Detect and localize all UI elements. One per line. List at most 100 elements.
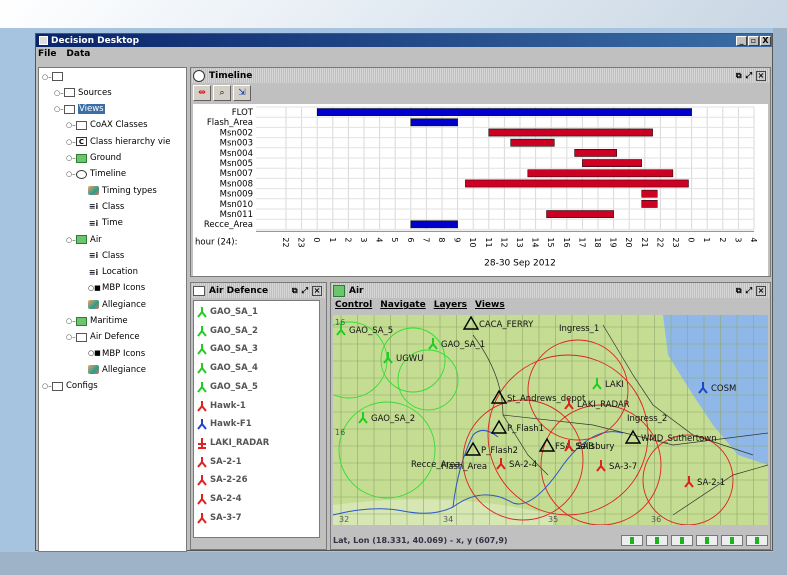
close-button[interactable]: X: [760, 35, 771, 46]
maximize-icon[interactable]: ⤢: [746, 286, 752, 296]
fit-icon[interactable]: ⇲: [233, 85, 251, 101]
tree-node[interactable]: ○–: [42, 70, 66, 83]
close-icon[interactable]: ×: [756, 285, 766, 296]
close-icon[interactable]: ×: [312, 285, 322, 296]
tree-node[interactable]: ○– Air Defence: [66, 331, 140, 344]
air-map[interactable]: CACA_FERRY Ingress_1 GAO_SA_5 GAO_SA_1 UGWU L…: [333, 315, 768, 525]
bars-icon: ≡i: [88, 202, 99, 212]
air-defence-item-label: GAO_SA_5: [210, 381, 258, 392]
tree-node[interactable]: ○■ MBP Icons: [78, 282, 145, 295]
air-defence-item[interactable]: GAO_SA_3: [197, 341, 258, 357]
air-title: Air: [349, 285, 364, 296]
map-site-label: P_Flash1: [507, 424, 544, 434]
undock-icon[interactable]: ⧉: [736, 286, 742, 296]
tree-node-label: Views: [78, 104, 105, 115]
tree-node[interactable]: ○– Air: [66, 233, 102, 246]
timeline-hour-tick: 13: [515, 237, 524, 247]
status-indicator: [721, 534, 743, 546]
undock-icon[interactable]: ⧉: [736, 71, 742, 81]
tree-node[interactable]: ○– CoAX Classes: [66, 119, 148, 132]
air-defence-item[interactable]: SA-2-1: [197, 454, 242, 470]
timeline-hour-tick: 11: [484, 237, 493, 247]
air-defence-item[interactable]: Hawk-F1: [197, 416, 252, 432]
tree-node[interactable]: ○– Sources: [54, 86, 112, 99]
expand-toggle-icon[interactable]: ○–: [66, 154, 76, 162]
folder-icon: [76, 120, 87, 130]
map-site-label: P_Flash2: [481, 446, 518, 456]
tree-node[interactable]: ○■ MBP Icons: [78, 347, 145, 360]
expand-toggle-icon[interactable]: ○–: [66, 121, 76, 129]
maximize-icon[interactable]: ⤢: [746, 71, 752, 81]
menu-file[interactable]: File: [38, 49, 56, 59]
timeline-row-label: Msn004: [220, 149, 253, 159]
minimize-button[interactable]: _: [736, 35, 747, 46]
timeline-bar: [410, 220, 458, 229]
maximize-button[interactable]: ▫: [748, 35, 759, 46]
timeline-hour-tick: 21: [640, 237, 649, 247]
tree-node[interactable]: ≡i Class: [78, 249, 125, 262]
air-defence-item[interactable]: SA-2-4: [197, 491, 242, 507]
air-defence-item[interactable]: SA-2-26: [197, 472, 248, 488]
air-defence-item[interactable]: GAO_SA_5: [197, 379, 258, 395]
air-defence-item-label: GAO_SA_3: [210, 344, 258, 355]
tree-node[interactable]: Allegiance: [78, 363, 146, 376]
grid-label: 36: [651, 515, 661, 524]
timeline-hour-label: hour (24):: [195, 237, 237, 247]
map-site-label: SAB: [577, 442, 594, 452]
air-defence-item[interactable]: GAO_SA_4: [197, 360, 258, 376]
undock-icon[interactable]: ⧉: [292, 286, 298, 296]
air-defence-item[interactable]: GAO_SA_1: [197, 304, 258, 320]
timeline-hour-tick: 16: [562, 237, 571, 247]
sam-site-icon: [198, 437, 206, 449]
air-defence-item[interactable]: SA-3-7: [197, 510, 242, 526]
expand-toggle-icon[interactable]: ○–: [54, 105, 64, 113]
menu-control[interactable]: Control: [335, 300, 372, 314]
split-icon[interactable]: ⇹: [193, 85, 211, 101]
expand-toggle-icon[interactable]: ○–: [66, 170, 76, 178]
menu-views[interactable]: Views: [475, 300, 505, 314]
timeline-toolbar: ⇹ ⌕ ⇲: [193, 85, 253, 102]
tree-node[interactable]: ○– Maritime: [66, 315, 128, 328]
menu-layers[interactable]: Layers: [434, 300, 467, 314]
close-icon[interactable]: ×: [756, 70, 766, 81]
timeline-hour-tick: 4: [375, 237, 384, 242]
expand-toggle-icon[interactable]: ○–: [66, 236, 76, 244]
expand-toggle-icon[interactable]: ○–: [42, 73, 52, 81]
timeline-hour-tick: 12: [499, 237, 508, 247]
timeline-bar: [465, 179, 689, 188]
sam-site-icon: [197, 494, 207, 505]
tree-node[interactable]: Timing types: [78, 184, 157, 197]
tree-node-label: CoAX Classes: [90, 120, 148, 131]
expand-toggle-icon[interactable]: ○–: [66, 333, 76, 341]
menu-data[interactable]: Data: [66, 49, 90, 59]
expand-toggle-icon[interactable]: ○–: [66, 317, 76, 325]
air-defence-item[interactable]: Hawk-1: [197, 398, 246, 414]
tree-node[interactable]: ≡i Location: [78, 266, 138, 279]
timeline-row-label: Msn008: [220, 179, 253, 189]
map-site-label: SA-2-4: [509, 460, 537, 470]
timeline-hour-tick: 3: [733, 237, 742, 242]
expand-toggle-icon[interactable]: ○–: [54, 89, 64, 97]
zoom-icon[interactable]: ⌕: [213, 85, 231, 101]
air-defence-item[interactable]: GAO_SA_2: [197, 323, 258, 339]
grid-label: 32: [339, 515, 349, 524]
expand-toggle-icon[interactable]: ○–: [66, 138, 76, 146]
tree-node-label: Time: [102, 218, 123, 229]
air-defence-item[interactable]: LAKI_RADAR: [197, 435, 269, 451]
timeline-titlebar: Timeline ⧉ ⤢ ×: [191, 68, 770, 83]
tree-node-label: Air: [90, 234, 102, 245]
tree-node[interactable]: ≡i Time: [78, 217, 123, 230]
tree-node[interactable]: Allegiance: [78, 298, 146, 311]
menu-navigate[interactable]: Navigate: [380, 300, 425, 314]
tree-node[interactable]: ○– Timeline: [66, 168, 126, 181]
tree-node[interactable]: ≡i Class: [78, 200, 125, 213]
tree-node[interactable]: ○– Ground: [66, 152, 121, 165]
tree-node[interactable]: ○– Configs: [42, 380, 98, 393]
tree-node-label: Sources: [78, 87, 112, 98]
tree-node[interactable]: ○– Views: [54, 103, 105, 116]
maximize-icon[interactable]: ⤢: [302, 286, 308, 296]
expand-toggle-icon[interactable]: ○–: [42, 382, 52, 390]
tree-node[interactable]: ○– C Class hierarchy vie: [66, 135, 170, 148]
tree-node-label: Configs: [66, 381, 98, 392]
tree-node-label: Air Defence: [90, 332, 140, 343]
